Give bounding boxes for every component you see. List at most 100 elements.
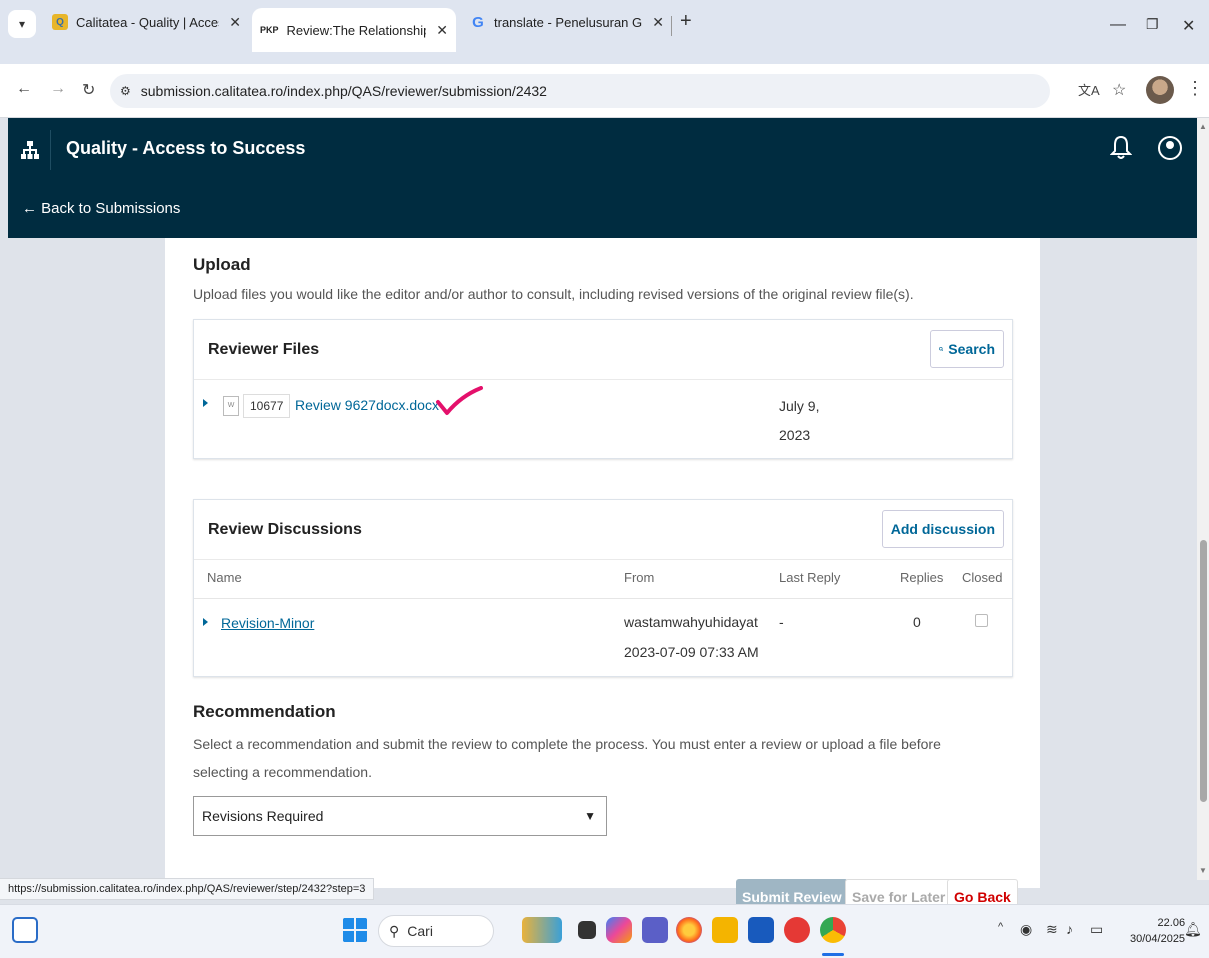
col-name: Name	[207, 570, 242, 585]
news-widget-icon[interactable]	[522, 917, 562, 943]
recommendation-selected-value: Revisions Required	[202, 808, 324, 824]
discussion-link[interactable]: Revision-Minor	[221, 615, 314, 631]
col-replies: Replies	[900, 570, 944, 585]
tab-label: Calitatea - Quality | Access to S	[76, 14, 219, 30]
clock-date: 30/04/2025	[1130, 933, 1186, 945]
clock-time: 22.06	[1157, 917, 1186, 929]
widgets-icon[interactable]	[12, 917, 38, 943]
go-back-label: Go Back	[954, 889, 1011, 905]
col-from: From	[624, 570, 655, 585]
close-icon[interactable]: ✕	[229, 14, 241, 31]
submit-review-label: Submit Review	[742, 889, 842, 905]
taskbar-search[interactable]: ⚲ Cari	[378, 915, 494, 947]
search-files-button[interactable]: Search	[930, 330, 1004, 368]
url-text: submission.calitatea.ro/index.php/QAS/re…	[140, 83, 547, 99]
expand-caret-icon[interactable]	[203, 399, 208, 407]
col-last-reply: Last Reply	[779, 570, 841, 585]
volume-icon[interactable]: ♪	[1066, 921, 1073, 937]
taskbar-clock[interactable]: 22.06 30/04/2025	[1130, 915, 1185, 947]
scroll-down-icon[interactable]: ▼	[1199, 866, 1207, 875]
browser-toolbar: ← → ↻ ⚙ submission.calitatea.ro/index.ph…	[0, 64, 1209, 118]
calitatea-favicon-icon: Q	[52, 14, 68, 30]
translate-icon[interactable]: 文A	[1078, 80, 1100, 99]
save-for-later-label: Save for Later	[852, 889, 946, 905]
address-bar[interactable]: ⚙ submission.calitatea.ro/index.php/QAS/…	[110, 74, 1050, 108]
wps-icon[interactable]	[784, 917, 810, 943]
active-app-indicator	[822, 953, 844, 956]
windows-start-icon[interactable]	[342, 917, 368, 943]
forward-arrow-icon[interactable]: →	[50, 80, 66, 98]
status-bar-url: https://submission.calitatea.ro/index.ph…	[0, 878, 375, 900]
close-icon[interactable]: ✕	[652, 14, 664, 31]
sitemap-icon[interactable]	[20, 140, 40, 160]
chevron-up-icon[interactable]: ^	[998, 921, 1003, 933]
battery-icon[interactable]: ▭	[1090, 921, 1103, 938]
back-arrow-icon[interactable]: ←	[16, 80, 32, 98]
tab-label: Review:The Relationships betwe	[286, 22, 427, 38]
scroll-up-icon[interactable]: ▲	[1199, 122, 1207, 131]
review-discussions-panel: Review Discussions Add discussion	[193, 499, 1013, 677]
file-date-line2: 2023	[779, 427, 811, 443]
discussions-header: Review Discussions Add discussion	[194, 500, 1012, 560]
add-discussion-label: Add discussion	[890, 521, 995, 537]
notification-bell-icon[interactable]: 🔔︎	[1184, 921, 1202, 938]
reviewer-files-title: Reviewer Files	[208, 341, 320, 358]
browser-tab-bar: ▾ Q Calitatea - Quality | Access to S ✕ …	[0, 0, 1209, 64]
word-icon[interactable]	[748, 917, 774, 943]
add-discussion-button[interactable]: Add discussion	[881, 510, 1004, 548]
search-icon: ⚲	[389, 922, 400, 939]
discussion-replies: 0	[913, 614, 921, 630]
copilot-icon[interactable]	[606, 917, 632, 943]
file-date-line1: July 9,	[779, 398, 820, 414]
bell-icon[interactable]	[1110, 134, 1132, 160]
wifi-icon[interactable]: ≋	[1046, 921, 1058, 938]
table-divider	[194, 598, 1012, 599]
tab-calitatea[interactable]: Q Calitatea - Quality | Access to S ✕	[44, 4, 249, 40]
taskbar-search-placeholder: Cari	[407, 923, 433, 939]
reload-icon[interactable]: ↻	[82, 80, 95, 100]
reviewer-files-header: Reviewer Files Search	[194, 320, 1012, 380]
file-id-badge: 10677	[243, 394, 291, 418]
discussion-from-user: wastamwahyuhidayat	[624, 614, 758, 630]
discussion-from-date: 2023-07-09 07:33 AM	[624, 644, 759, 660]
recommendation-heading: Recommendation	[193, 702, 336, 721]
chevron-down-icon: ▼	[584, 809, 596, 823]
new-tab-plus-icon[interactable]: +	[680, 10, 692, 33]
file-explorer-icon[interactable]	[712, 917, 738, 943]
firefox-icon[interactable]	[676, 917, 702, 943]
recommendation-description: Select a recommendation and submit the r…	[193, 736, 941, 780]
windows-taskbar: ⚲ Cari ^ ◉ ≋ ♪ ▭ 22.06 30/04/2025 🔔︎	[0, 904, 1209, 958]
discussion-last-reply: -	[779, 614, 784, 630]
site-info-icon[interactable]: ⚙	[120, 84, 131, 98]
recommendation-select[interactable]: Revisions Required ▼	[193, 796, 607, 836]
chrome-icon[interactable]	[820, 917, 846, 943]
tab-translate[interactable]: G translate - Penelusuran Google ✕	[462, 4, 672, 40]
journal-title[interactable]: Quality - Access to Success	[66, 138, 305, 159]
discussions-title: Review Discussions	[208, 521, 362, 538]
teams-icon[interactable]	[642, 917, 668, 943]
kebab-menu-icon[interactable]: ⋮	[1186, 78, 1204, 99]
tab-review[interactable]: PKP Review:The Relationships betwe ✕	[252, 8, 456, 52]
back-to-submissions-link[interactable]: ← Back to Submissions	[22, 200, 180, 217]
tab-label: translate - Penelusuran Google	[494, 14, 643, 30]
tab-search-button[interactable]: ▾	[8, 10, 36, 38]
app-header: Quality - Access to Success ← Back to Su…	[8, 118, 1197, 238]
task-view-icon[interactable]	[578, 921, 596, 939]
window-close-icon[interactable]: ✕	[1182, 16, 1195, 36]
restore-icon[interactable]: ❐	[1146, 16, 1159, 33]
search-label: Search	[948, 341, 995, 357]
upload-description: Upload files you would like the editor a…	[193, 286, 914, 302]
closed-checkbox[interactable]	[975, 614, 988, 627]
bookmark-star-icon[interactable]: ☆	[1112, 80, 1126, 100]
file-name-link[interactable]: Review 9627docx.docx	[295, 397, 439, 413]
user-account-icon[interactable]	[1158, 136, 1182, 160]
tab-divider	[671, 16, 672, 36]
pkp-favicon-icon: PKP	[260, 25, 279, 35]
search-icon	[939, 347, 944, 352]
scrollbar-thumb[interactable]	[1200, 540, 1207, 802]
close-icon[interactable]: ✕	[436, 22, 448, 39]
copilot-tray-icon[interactable]: ◉	[1020, 921, 1032, 938]
minimize-icon[interactable]: —	[1110, 16, 1126, 34]
expand-caret-icon[interactable]	[203, 618, 208, 626]
profile-avatar[interactable]	[1146, 76, 1174, 104]
